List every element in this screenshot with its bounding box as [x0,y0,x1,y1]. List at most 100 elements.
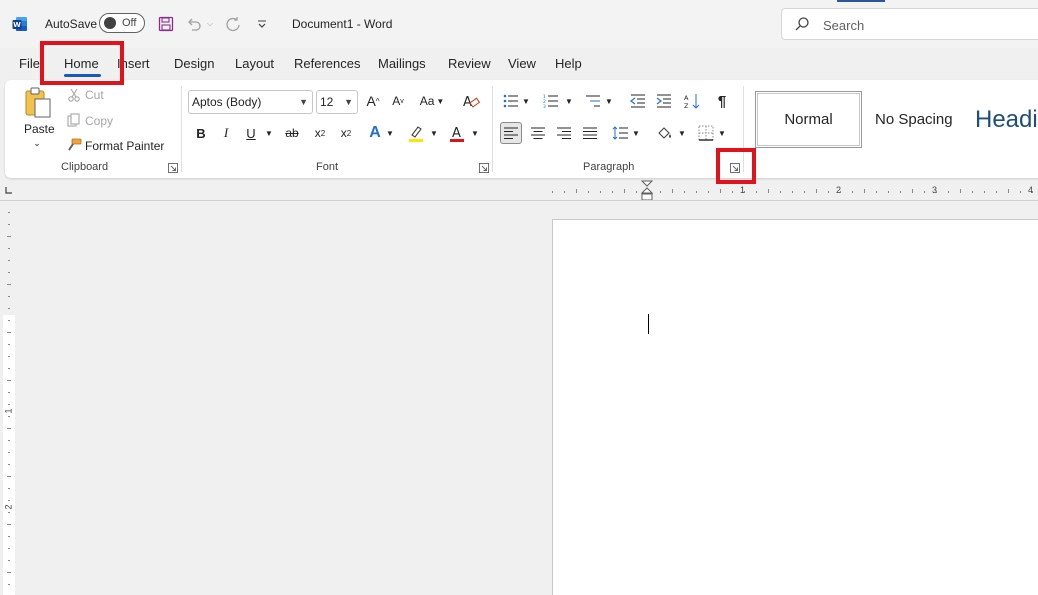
vertical-ruler[interactable]: 1 2 [3,212,15,595]
copy-icon[interactable] [66,112,82,128]
ruler-number: 2 [836,185,842,195]
align-center-icon[interactable] [527,122,549,144]
subscript-icon[interactable]: x2 [309,122,331,144]
ruler-number: 4 [1028,185,1034,195]
style-normal[interactable]: Normal [755,91,862,148]
svg-text:Z: Z [684,102,689,109]
font-size-value: 12 [320,95,334,109]
paste-icon[interactable] [21,86,55,120]
ruler-tick [732,191,733,193]
search-box[interactable]: Search [781,8,1038,40]
numbering-icon[interactable]: 123 [541,90,561,112]
tab-references[interactable]: References [294,56,360,71]
format-painter-icon[interactable] [65,137,83,153]
shading-dropdown-icon[interactable]: ▼ [677,122,687,144]
customize-toolbar-icon[interactable] [254,14,270,34]
ruler-tick [8,224,10,225]
save-icon[interactable] [156,14,176,34]
increase-indent-icon[interactable] [654,90,674,112]
horizontal-ruler[interactable]: 1 2 3 4 [552,184,1038,198]
style-no-spacing-label: No Spacing [875,111,953,128]
paste-label[interactable]: Paste [24,122,55,136]
copy-label[interactable]: Copy [85,114,113,128]
paste-dropdown-icon[interactable]: ⌄ [31,137,43,149]
italic-icon[interactable]: I [216,122,236,144]
font-color-dropdown-icon[interactable]: ▼ [470,122,480,144]
cut-icon[interactable] [66,87,82,103]
ruler-tick [8,560,10,561]
decrease-indent-icon[interactable] [628,90,648,112]
clipboard-launcher-icon[interactable] [168,163,178,173]
bullets-dropdown-icon[interactable]: ▼ [521,90,531,112]
underline-dropdown-icon[interactable]: ▼ [263,122,275,144]
format-painter-label[interactable]: Format Painter [85,139,164,153]
multilevel-list-icon[interactable] [583,90,603,112]
ruler-tick [8,344,10,345]
shading-icon[interactable] [654,122,676,144]
line-spacing-icon[interactable] [609,122,631,144]
borders-dropdown-icon[interactable]: ▼ [717,122,727,144]
font-size-dropdown[interactable]: 12 ▼ [316,90,358,114]
change-case-icon[interactable]: Aa ▼ [415,90,449,112]
document-page[interactable] [552,219,1038,595]
toggle-state: Off [122,17,137,29]
strikethrough-icon[interactable]: ab [281,122,303,144]
ruler-tick [7,476,11,477]
ruler-tick [828,191,829,193]
tab-layout[interactable]: Layout [235,56,274,71]
ruler-tick [912,189,913,193]
borders-icon[interactable] [695,122,717,144]
highlight-color-icon[interactable] [405,122,427,144]
ruler-tick [8,584,10,585]
ruler-tick [756,191,757,193]
ruler-tick [768,189,769,193]
ruler-tick [588,191,589,193]
text-effects-icon[interactable]: A [365,122,385,144]
redo-icon[interactable] [223,14,243,34]
font-launcher-icon[interactable] [479,163,489,173]
tab-help[interactable]: Help [555,56,582,71]
tab-design[interactable]: Design [174,56,214,71]
bullets-icon[interactable] [501,90,521,112]
style-no-spacing[interactable]: No Spacing [875,91,970,148]
tab-selector-icon[interactable] [5,186,13,194]
ruler-tick [8,488,10,489]
ruler-tick [972,191,973,193]
cut-label[interactable]: Cut [85,88,104,102]
ruler-tick [7,572,11,573]
ruler-tick [888,191,889,193]
clear-formatting-icon[interactable]: A [460,90,482,112]
style-heading[interactable]: Headi [975,91,1038,148]
justify-icon[interactable] [579,122,601,144]
align-left-icon[interactable] [500,122,522,144]
autosave-toggle[interactable]: Off [99,13,145,33]
bold-icon[interactable]: B [191,122,211,144]
ruler-tick [792,191,793,193]
ruler-tick [660,191,661,193]
svg-text:W: W [13,21,21,29]
tab-file[interactable]: File [19,56,40,71]
shrink-font-icon[interactable]: Av [387,90,409,112]
svg-text:A: A [452,126,461,141]
multilevel-dropdown-icon[interactable]: ▼ [604,90,614,112]
tab-review[interactable]: Review [448,56,491,71]
font-color-icon[interactable]: A [446,122,468,144]
font-name-value: Aptos (Body) [192,95,262,109]
line-spacing-dropdown-icon[interactable]: ▼ [631,122,641,144]
undo-dropdown-icon[interactable]: ⌵ [204,14,216,34]
font-name-dropdown[interactable]: Aptos (Body) ▼ [188,90,313,114]
undo-icon[interactable] [184,14,204,34]
underline-icon[interactable]: U [241,122,261,144]
sort-icon[interactable]: AZ [682,90,702,112]
show-formatting-marks-icon[interactable]: ¶ [712,90,732,112]
tab-view[interactable]: View [508,56,536,71]
indent-marker-icon[interactable] [641,180,653,202]
align-right-icon[interactable] [553,122,575,144]
numbering-dropdown-icon[interactable]: ▼ [564,90,574,112]
grow-font-icon[interactable]: A ^ [362,90,384,112]
group-separator [181,86,182,172]
text-effects-dropdown-icon[interactable]: ▼ [385,122,395,144]
highlight-dropdown-icon[interactable]: ▼ [429,122,439,144]
superscript-icon[interactable]: x2 [335,122,357,144]
tab-mailings[interactable]: Mailings [378,56,426,71]
